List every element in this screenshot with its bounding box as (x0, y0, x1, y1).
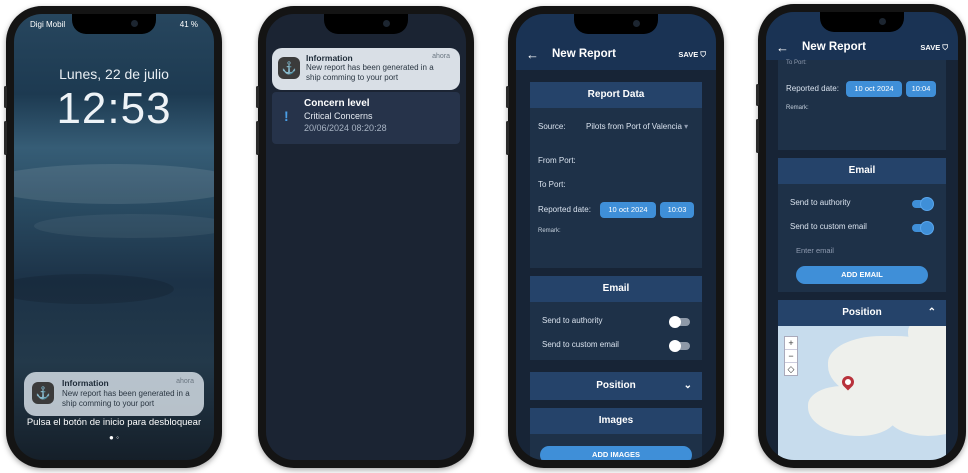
send-authority-toggle[interactable] (912, 198, 933, 210)
carrier-label: Digi Mobil (30, 20, 66, 29)
new-report-screen: ← New Report SAVE ⛉ Report Data Source: … (516, 14, 716, 460)
to-port-field[interactable]: To Port: (538, 180, 566, 189)
alert-icon: ! (284, 108, 289, 124)
page-title: New Report (802, 41, 866, 53)
position-title: Position (596, 380, 636, 391)
save-label: SAVE (678, 50, 699, 59)
reported-date-label: Reported date: (786, 84, 839, 93)
notification-time: ahora (432, 53, 450, 60)
add-email-button[interactable]: ADD EMAIL (796, 266, 928, 284)
send-custom-label: Send to custom email (790, 222, 867, 231)
phone-new-report-scrolled: ← New Report SAVE ⛉ To Port: Reported da… (756, 4, 966, 468)
send-custom-toggle[interactable] (669, 340, 690, 352)
lock-notification[interactable]: ⚓ Information ahora New report has been … (24, 372, 204, 416)
date-chip[interactable]: 10 oct 2024 (600, 202, 656, 218)
images-card: Images ADD IMAGES (530, 408, 702, 460)
email-heading: Email (778, 158, 946, 184)
page-dots-icon: ● ◦ (109, 433, 119, 442)
notification-time: ahora (176, 378, 194, 385)
notification-body: New report has been generated in a ship … (306, 63, 434, 82)
page-title: New Report (552, 48, 616, 60)
phone-notifications: ⚓ Information ahora New report has been … (256, 6, 474, 468)
email-input[interactable]: Enter email (796, 246, 834, 255)
position-map[interactable]: + − ◇ (778, 326, 946, 460)
notifications-screen: ⚓ Information ahora New report has been … (266, 14, 466, 460)
report-data-heading: Report Data (530, 82, 702, 108)
position-card: Position ⌃ + − ◇ (778, 300, 946, 460)
notification-title: Information (306, 53, 353, 63)
to-port-field[interactable]: To Port: (786, 60, 807, 66)
from-port-field[interactable]: From Port: (538, 156, 576, 165)
reported-date-label: Reported date: (538, 205, 591, 214)
source-select[interactable]: Pilots from Port of Valencia ▾ (586, 122, 688, 131)
save-button[interactable]: SAVE ⛉ (678, 50, 706, 60)
lock-screen: Digi Mobil 41 % Lunes, 22 de julio 12:53… (14, 14, 214, 460)
battery-indicator: 41 % (179, 20, 198, 29)
concern-title: Concern level (304, 98, 370, 109)
new-report-screen-2: ← New Report SAVE ⛉ To Port: Reported da… (766, 12, 958, 460)
chevron-down-icon: ⌄ (683, 380, 692, 391)
lock-date: Lunes, 22 de julio (59, 66, 169, 82)
chevron-up-icon: ⌃ (927, 307, 936, 318)
source-label: Source: (538, 122, 566, 131)
notification-title: Information (62, 378, 109, 388)
send-authority-toggle[interactable] (669, 316, 690, 328)
position-card[interactable]: Position ⌄ (530, 372, 702, 400)
report-data-card: Report Data Source: Pilots from Port of … (530, 82, 702, 268)
date-chip[interactable]: 10 oct 2024 (846, 81, 902, 97)
remark-field[interactable]: Remark: (786, 105, 809, 111)
email-card: Email Send to authority Send to custom e… (778, 158, 946, 292)
time-chip[interactable]: 10:03 (660, 202, 694, 218)
position-heading: Position ⌄ (530, 372, 702, 400)
shield-icon: ⛉ (942, 43, 948, 52)
zoom-in-button[interactable]: + (785, 337, 797, 350)
app-icon: ⚓ (278, 57, 300, 79)
email-card: Email Send to authority Send to custom e… (530, 276, 702, 360)
chevron-down-icon: ▾ (684, 122, 689, 131)
send-authority-label: Send to authority (790, 198, 851, 207)
app-icon: ⚓ (32, 382, 54, 404)
concern-subtitle: Critical Concerns (304, 111, 373, 121)
position-title: Position (842, 307, 882, 318)
zoom-out-button[interactable]: − (785, 350, 797, 363)
notification-body: New report has been generated in a ship … (62, 389, 190, 408)
concern-notification[interactable]: ! Concern level Critical Concerns 20/06/… (272, 92, 460, 144)
shield-icon: ⛉ (700, 50, 706, 59)
save-label: SAVE (920, 43, 941, 52)
images-heading: Images (530, 408, 702, 434)
phone-lockscreen: Digi Mobil 41 % Lunes, 22 de julio 12:53… (4, 6, 222, 468)
save-button[interactable]: SAVE ⛉ (920, 43, 948, 53)
send-authority-label: Send to authority (542, 316, 603, 325)
remark-field[interactable]: Remark: (538, 228, 561, 234)
back-arrow-icon[interactable]: ← (776, 40, 789, 55)
phone-new-report: ← New Report SAVE ⛉ Report Data Source: … (506, 6, 724, 468)
concern-date: 20/06/2024 08:20:28 (304, 123, 387, 133)
time-chip[interactable]: 10:04 (906, 81, 936, 97)
unlock-hint: Pulsa el botón de inicio para desbloquea… (26, 417, 202, 428)
report-data-card: To Port: Reported date: 10 oct 2024 10:0… (778, 60, 946, 150)
add-images-button[interactable]: ADD IMAGES (540, 446, 692, 460)
lock-time: 12:53 (56, 84, 172, 133)
back-arrow-icon[interactable]: ← (526, 47, 539, 62)
send-custom-label: Send to custom email (542, 340, 619, 349)
send-custom-toggle[interactable] (912, 222, 933, 234)
position-heading[interactable]: Position ⌃ (778, 300, 946, 326)
locate-icon[interactable]: ◇ (785, 363, 797, 375)
info-notification[interactable]: ⚓ Information ahora New report has been … (272, 48, 460, 90)
map-zoom-controls: + − ◇ (784, 336, 798, 376)
email-heading: Email (530, 276, 702, 302)
source-value: Pilots from Port of Valencia (586, 122, 682, 131)
